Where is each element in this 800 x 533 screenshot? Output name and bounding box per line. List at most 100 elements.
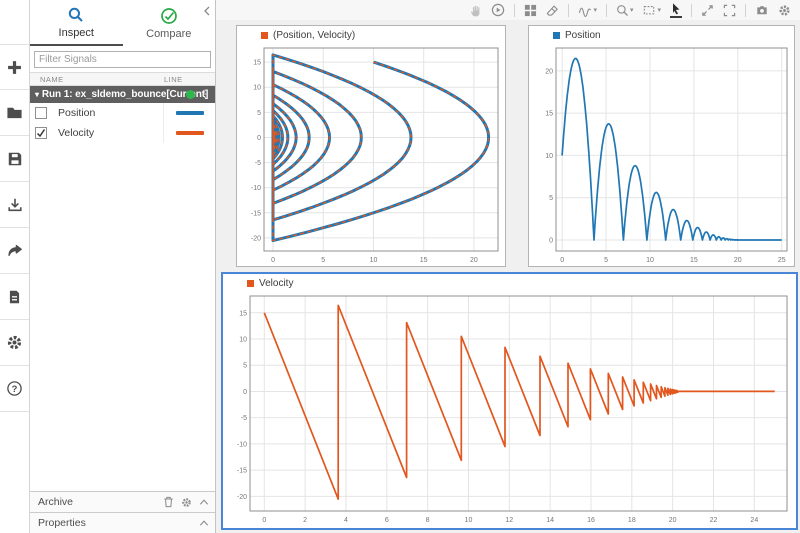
simulation-data-inspector: ? Inspect Compare NAME LINE ▾ Run 1: ex_ [0,0,800,533]
signal-row-velocity[interactable]: Velocity [30,123,215,143]
signal-row-position[interactable]: Position [30,103,215,123]
gear-icon[interactable] [181,497,192,508]
toolbar-separator [745,4,746,17]
pan-hand-button[interactable] [469,4,482,17]
svg-text:8: 8 [426,517,430,524]
svg-text:0: 0 [271,257,275,264]
run-group-header[interactable]: ▾ Run 1: ex_sldemo_bounce[Current] ⋮ [30,86,215,103]
legend-swatch [553,32,560,39]
chevron-down-icon: ▾ [657,6,661,14]
plot-settings-button[interactable] [778,4,791,17]
filter-signals-input[interactable] [34,51,211,68]
svg-text:0: 0 [560,257,564,264]
fit-to-view-button[interactable] [723,4,736,17]
report-button[interactable] [0,274,29,320]
plot-area: ▾ ▾ ▾ [216,0,800,533]
check-circle-icon [160,7,178,25]
svg-text:-5: -5 [241,415,247,422]
run-menu-button[interactable]: ⋮ [200,89,210,100]
legend-label: (Position, Velocity) [273,30,355,41]
svg-text:4: 4 [344,517,348,524]
svg-text:10: 10 [239,337,247,344]
svg-text:15: 15 [690,257,698,264]
position-line-swatch [176,111,204,115]
plot-toolbar: ▾ ▾ ▾ [216,0,800,20]
svg-text:0: 0 [257,135,261,142]
legend-swatch [247,280,254,287]
select-cursor-button[interactable] [670,2,682,18]
add-button[interactable] [0,44,29,90]
svg-text:5: 5 [549,195,553,202]
snapshot-button[interactable] [755,4,769,16]
velocity-plot-panel-selected[interactable]: Velocity 024681012141618202224-20-15-10-… [221,272,798,530]
velocity-plot-chart[interactable]: 024681012141618202224-20-15-10-5051015 [223,292,794,526]
svg-text:-5: -5 [255,160,261,167]
svg-text:20: 20 [470,257,478,264]
svg-text:10: 10 [646,257,654,264]
phase-plot-panel[interactable]: (Position, Velocity) 05101520-20-15-10-5… [236,25,506,267]
export-button[interactable] [0,228,29,274]
position-plot-legend: Position [529,26,794,44]
help-button[interactable]: ? [0,366,29,412]
tab-inspect-label: Inspect [59,27,94,39]
gear-icon [778,4,791,17]
svg-text:-15: -15 [237,468,247,475]
settings-button[interactable] [0,320,29,366]
signal-display-button[interactable]: ▾ [578,4,597,17]
tab-inspect[interactable]: Inspect [30,0,123,46]
properties-section-header[interactable]: Properties [30,512,215,533]
svg-text:0: 0 [549,238,553,245]
svg-text:2: 2 [303,517,307,524]
legend-label: Position [565,30,601,41]
question-icon: ? [6,380,23,397]
svg-text:12: 12 [505,517,513,524]
run-status-badge [186,90,195,99]
zoom-button[interactable]: ▾ [616,4,634,17]
document-icon [7,289,22,305]
position-plot-panel[interactable]: Position 051015202505101520 [528,25,795,267]
open-button[interactable] [0,90,29,136]
position-plot-chart[interactable]: 051015202505101520 [529,44,794,266]
layout-button[interactable] [524,4,537,17]
zoom-box-button[interactable]: ▾ [642,4,661,16]
toolbar-separator [568,4,569,17]
position-checkbox[interactable] [35,107,47,119]
svg-text:-20: -20 [251,235,261,242]
svg-text:-10: -10 [237,441,247,448]
save-button[interactable] [0,136,29,182]
magnifier-icon [67,6,85,24]
expand-view-button[interactable] [701,4,714,17]
folder-icon [6,104,23,121]
phase-plot-chart[interactable]: 05101520-20-15-10-5051015 [237,44,505,266]
svg-text:-20: -20 [237,494,247,501]
plus-icon [6,59,23,76]
svg-text:10: 10 [253,85,261,92]
svg-text:20: 20 [669,517,677,524]
trash-icon[interactable] [163,496,174,508]
panel-tabs: Inspect Compare [30,0,215,46]
import-icon [7,197,23,213]
chevron-up-icon[interactable] [199,498,209,506]
svg-text:10: 10 [545,153,553,160]
column-header-name: NAME [40,75,64,84]
legend-swatch [261,32,268,39]
grid-layout-icon [524,4,537,17]
svg-text:10: 10 [370,257,378,264]
run-expand-caret[interactable]: ▾ [35,90,39,99]
cursor-arrow-icon [670,2,682,15]
archive-section-header[interactable]: Archive [30,491,215,512]
import-button[interactable] [0,182,29,228]
svg-text:20: 20 [545,68,553,75]
hand-icon [469,4,482,17]
clear-plots-button[interactable] [546,4,559,17]
signal-list-empty-area [30,143,215,491]
tab-compare[interactable]: Compare [123,0,216,46]
svg-text:14: 14 [546,517,554,524]
collapse-panel-button[interactable] [203,3,211,21]
signal-name: Position [58,107,95,119]
play-circle-icon [491,3,505,17]
velocity-checkbox[interactable] [35,127,47,139]
chevron-up-icon[interactable] [199,519,209,527]
replay-button[interactable] [491,3,505,17]
eraser-icon [546,4,559,17]
